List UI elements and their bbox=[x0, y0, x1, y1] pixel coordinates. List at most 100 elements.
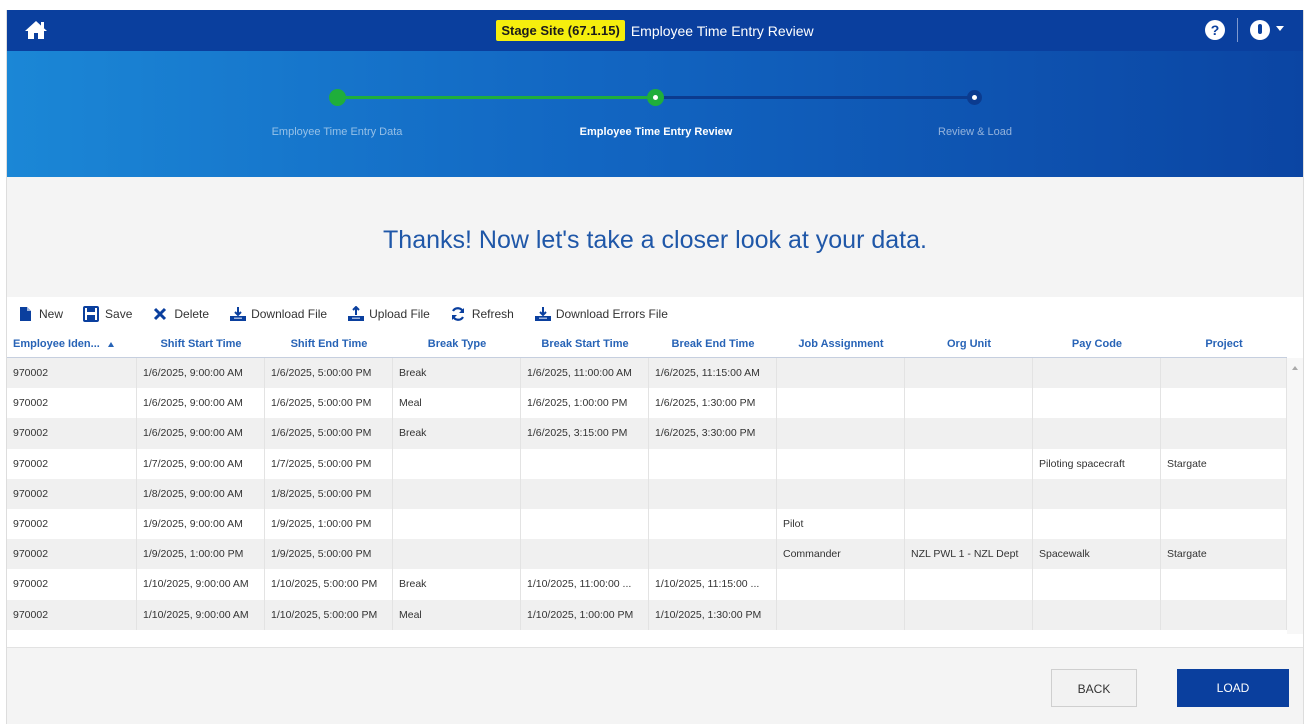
cell-employee-identifier[interactable]: 970002 bbox=[7, 508, 137, 540]
cell-break-start-time[interactable]: 1/6/2025, 11:00:00 AM bbox=[521, 358, 649, 389]
load-button[interactable]: LOAD bbox=[1177, 669, 1289, 707]
table-row[interactable]: 970002 1/7/2025, 9:00:00 AM 1/7/2025, 5:00… bbox=[7, 448, 1287, 479]
cell-pay-code[interactable]: Piloting spacecraft bbox=[1033, 448, 1161, 479]
cell-project[interactable]: Stargate bbox=[1161, 448, 1287, 479]
cell-break-type[interactable] bbox=[393, 508, 521, 540]
cell-pay-code[interactable] bbox=[1033, 508, 1161, 540]
download-errors-file-button[interactable]: Download Errors File bbox=[534, 301, 668, 327]
table-row[interactable]: 970002 1/6/2025, 9:00:00 AM 1/6/2025, 5:00… bbox=[7, 418, 1287, 449]
refresh-button[interactable]: Refresh bbox=[450, 301, 514, 327]
cell-employee-identifier[interactable]: 970002 bbox=[7, 448, 137, 479]
cell-job-assignment[interactable] bbox=[777, 599, 905, 630]
cell-break-start-time[interactable] bbox=[521, 478, 649, 509]
help-icon[interactable]: ? bbox=[1205, 20, 1225, 40]
cell-job-assignment[interactable]: Pilot bbox=[777, 508, 905, 540]
cell-employee-identifier[interactable]: 970002 bbox=[7, 388, 137, 419]
scroll-up-icon[interactable] bbox=[1292, 366, 1298, 370]
column-header-break-type[interactable]: Break Type bbox=[393, 331, 521, 357]
cell-break-type[interactable] bbox=[393, 448, 521, 479]
cell-project[interactable] bbox=[1161, 418, 1287, 449]
cell-break-end-time[interactable] bbox=[649, 539, 777, 570]
cell-org-unit[interactable] bbox=[905, 388, 1033, 419]
user-icon[interactable] bbox=[1250, 20, 1270, 40]
cell-shift-end-time[interactable]: 1/6/2025, 5:00:00 PM bbox=[265, 358, 393, 389]
cell-break-start-time[interactable]: 1/6/2025, 1:00:00 PM bbox=[521, 388, 649, 419]
table-row[interactable]: 970002 1/6/2025, 9:00:00 AM 1/6/2025, 5:00… bbox=[7, 358, 1287, 389]
cell-shift-start-time[interactable]: 1/6/2025, 9:00:00 AM bbox=[137, 388, 265, 419]
user-menu-caret-icon[interactable] bbox=[1276, 26, 1284, 31]
cell-org-unit[interactable] bbox=[905, 418, 1033, 449]
column-header-shift-start-time[interactable]: Shift Start Time bbox=[137, 331, 265, 357]
cell-break-type[interactable]: Break bbox=[393, 358, 521, 389]
cell-shift-end-time[interactable]: 1/9/2025, 1:00:00 PM bbox=[265, 508, 393, 540]
table-row[interactable]: 970002 1/9/2025, 1:00:00 PM 1/9/2025, 5:00… bbox=[7, 539, 1287, 570]
cell-shift-end-time[interactable]: 1/8/2025, 5:00:00 PM bbox=[265, 478, 393, 509]
cell-employee-identifier[interactable]: 970002 bbox=[7, 358, 137, 389]
cell-break-start-time[interactable]: 1/10/2025, 11:00:00 ... bbox=[521, 569, 649, 600]
cell-employee-identifier[interactable]: 970002 bbox=[7, 569, 137, 600]
cell-pay-code[interactable] bbox=[1033, 599, 1161, 630]
table-row[interactable]: 970002 1/10/2025, 9:00:00 AM 1/10/2025, 5:… bbox=[7, 599, 1287, 630]
cell-shift-start-time[interactable]: 1/10/2025, 9:00:00 AM bbox=[137, 599, 265, 630]
column-header-break-start-time[interactable]: Break Start Time bbox=[521, 331, 649, 357]
cell-pay-code[interactable] bbox=[1033, 388, 1161, 419]
cell-break-end-time[interactable]: 1/6/2025, 11:15:00 AM bbox=[649, 358, 777, 389]
cell-org-unit[interactable] bbox=[905, 599, 1033, 630]
cell-break-start-time[interactable] bbox=[521, 539, 649, 570]
cell-break-end-time[interactable]: 1/10/2025, 1:30:00 PM bbox=[649, 599, 777, 630]
cell-shift-start-time[interactable]: 1/9/2025, 9:00:00 AM bbox=[137, 508, 265, 540]
cell-pay-code[interactable] bbox=[1033, 418, 1161, 449]
cell-shift-end-time[interactable]: 1/6/2025, 5:00:00 PM bbox=[265, 418, 393, 449]
cell-break-type[interactable]: Meal bbox=[393, 388, 521, 419]
column-header-break-end-time[interactable]: Break End Time bbox=[649, 331, 777, 357]
cell-shift-end-time[interactable]: 1/7/2025, 5:00:00 PM bbox=[265, 448, 393, 479]
cell-employee-identifier[interactable]: 970002 bbox=[7, 599, 137, 630]
column-header-job-assignment[interactable]: Job Assignment bbox=[777, 331, 905, 357]
cell-break-type[interactable]: Break bbox=[393, 569, 521, 600]
cell-project[interactable]: Stargate bbox=[1161, 539, 1287, 570]
grid-vertical-scrollbar[interactable] bbox=[1287, 358, 1303, 634]
cell-org-unit[interactable] bbox=[905, 508, 1033, 540]
cell-pay-code[interactable] bbox=[1033, 478, 1161, 509]
back-button[interactable]: BACK bbox=[1051, 669, 1137, 707]
delete-button[interactable]: Delete bbox=[152, 301, 209, 327]
cell-project[interactable] bbox=[1161, 599, 1287, 630]
cell-shift-start-time[interactable]: 1/6/2025, 9:00:00 AM bbox=[137, 418, 265, 449]
column-header-shift-end-time[interactable]: Shift End Time bbox=[265, 331, 393, 357]
cell-shift-end-time[interactable]: 1/9/2025, 5:00:00 PM bbox=[265, 539, 393, 570]
cell-pay-code[interactable] bbox=[1033, 358, 1161, 389]
cell-shift-start-time[interactable]: 1/10/2025, 9:00:00 AM bbox=[137, 569, 265, 600]
cell-job-assignment[interactable] bbox=[777, 358, 905, 389]
cell-org-unit[interactable] bbox=[905, 448, 1033, 479]
cell-org-unit[interactable] bbox=[905, 358, 1033, 389]
table-row[interactable]: 970002 1/10/2025, 9:00:00 AM 1/10/2025, 5:… bbox=[7, 569, 1287, 600]
table-row[interactable]: 970002 1/6/2025, 9:00:00 AM 1/6/2025, 5:00… bbox=[7, 388, 1287, 419]
cell-break-start-time[interactable]: 1/6/2025, 3:15:00 PM bbox=[521, 418, 649, 449]
cell-break-type[interactable]: Meal bbox=[393, 599, 521, 630]
cell-project[interactable] bbox=[1161, 508, 1287, 540]
cell-job-assignment[interactable]: Commander bbox=[777, 539, 905, 570]
cell-shift-end-time[interactable]: 1/6/2025, 5:00:00 PM bbox=[265, 388, 393, 419]
cell-shift-end-time[interactable]: 1/10/2025, 5:00:00 PM bbox=[265, 569, 393, 600]
cell-org-unit[interactable] bbox=[905, 569, 1033, 600]
column-header-employee-identifier[interactable]: Employee Iden... bbox=[7, 331, 137, 357]
save-button[interactable]: Save bbox=[83, 301, 132, 327]
cell-project[interactable] bbox=[1161, 388, 1287, 419]
cell-break-end-time[interactable]: 1/10/2025, 11:15:00 ... bbox=[649, 569, 777, 600]
cell-job-assignment[interactable] bbox=[777, 478, 905, 509]
upload-file-button[interactable]: Upload File bbox=[347, 301, 430, 327]
cell-break-type[interactable]: Break bbox=[393, 418, 521, 449]
cell-break-start-time[interactable] bbox=[521, 448, 649, 479]
cell-job-assignment[interactable] bbox=[777, 418, 905, 449]
cell-shift-start-time[interactable]: 1/6/2025, 9:00:00 AM bbox=[137, 358, 265, 389]
cell-shift-start-time[interactable]: 1/7/2025, 9:00:00 AM bbox=[137, 448, 265, 479]
cell-break-end-time[interactable] bbox=[649, 508, 777, 540]
cell-employee-identifier[interactable]: 970002 bbox=[7, 478, 137, 509]
cell-shift-start-time[interactable]: 1/8/2025, 9:00:00 AM bbox=[137, 478, 265, 509]
cell-break-end-time[interactable] bbox=[649, 478, 777, 509]
cell-org-unit[interactable] bbox=[905, 478, 1033, 509]
cell-break-end-time[interactable] bbox=[649, 448, 777, 479]
cell-shift-start-time[interactable]: 1/9/2025, 1:00:00 PM bbox=[137, 539, 265, 570]
cell-job-assignment[interactable] bbox=[777, 388, 905, 419]
cell-project[interactable] bbox=[1161, 569, 1287, 600]
